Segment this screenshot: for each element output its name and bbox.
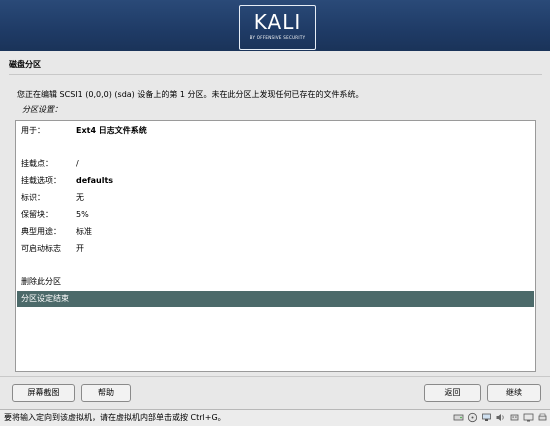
- setting-value: Ext4 日志文件系统: [76, 126, 147, 135]
- setting-label: 典型用途：: [21, 227, 61, 236]
- network-icon[interactable]: [481, 412, 492, 423]
- setting-label: 挂载选项：: [21, 176, 61, 185]
- partition-settings-list[interactable]: 用于： Ext4 日志文件系统 挂载点： / 挂载选项： defaults 标识…: [15, 120, 536, 372]
- delete-partition-label: 删除此分区: [21, 277, 61, 286]
- help-button[interactable]: 帮助: [81, 384, 131, 402]
- setting-label: 用于：: [21, 126, 45, 135]
- usb-icon[interactable]: [509, 412, 520, 423]
- logo-subtitle: BY OFFENSIVE SECURITY: [249, 35, 306, 40]
- list-item-mount-options[interactable]: 挂载选项： defaults: [17, 173, 534, 189]
- setting-label: 挂载点：: [21, 159, 53, 168]
- done-setting-up-label: 分区设定结束: [21, 294, 69, 303]
- list-item-mount-point[interactable]: 挂载点： /: [17, 156, 534, 172]
- kali-logo: KALI BY OFFENSIVE SECURITY: [239, 5, 316, 50]
- list-item-bootable-flag[interactable]: 可启动标志 开: [17, 241, 534, 257]
- list-item-typical-usage[interactable]: 典型用途： 标准: [17, 224, 534, 240]
- kali-banner: KALI BY OFFENSIVE SECURITY: [0, 0, 550, 51]
- display-icon[interactable]: [523, 412, 534, 423]
- hard-disk-icon[interactable]: [453, 412, 464, 423]
- status-message: 要将输入定向到该虚拟机，请在虚拟机内部单击或按 Ctrl+G。: [4, 413, 226, 422]
- setting-value: 5%: [76, 210, 89, 219]
- vm-status-bar: 要将输入定向到该虚拟机，请在虚拟机内部单击或按 Ctrl+G。: [0, 409, 550, 426]
- setting-value: 无: [76, 193, 84, 202]
- setting-value: defaults: [76, 176, 114, 185]
- button-divider: [0, 376, 550, 377]
- page-title: 磁盘分区: [9, 60, 41, 69]
- continue-button[interactable]: 继续: [487, 384, 541, 402]
- sound-icon[interactable]: [495, 412, 506, 423]
- setting-value: 开: [76, 244, 84, 253]
- setting-label: 保留块：: [21, 210, 53, 219]
- list-item-label[interactable]: 标识： 无: [17, 190, 534, 206]
- logo-text: KALI: [253, 10, 302, 34]
- list-item-done-setting-up[interactable]: 分区设定结束: [17, 291, 534, 307]
- setting-label: 标识：: [21, 193, 45, 202]
- setting-label: 可启动标志: [21, 244, 61, 253]
- printer-icon[interactable]: [537, 412, 548, 423]
- screenshot-button[interactable]: 屏幕截图: [12, 384, 75, 402]
- setting-value: 标准: [76, 227, 92, 236]
- title-divider: [9, 74, 542, 75]
- list-item-reserved-blocks[interactable]: 保留块： 5%: [17, 207, 534, 223]
- device-tray: [453, 412, 548, 424]
- section-label: 分区设置：: [22, 105, 62, 114]
- cd-drive-icon[interactable]: [467, 412, 478, 423]
- list-item-delete-partition[interactable]: 删除此分区: [17, 274, 534, 290]
- setting-value: /: [76, 159, 79, 168]
- list-item-use-as[interactable]: 用于： Ext4 日志文件系统: [17, 123, 534, 139]
- back-button[interactable]: 返回: [424, 384, 481, 402]
- partition-description: 您正在编辑 SCSI1 (0,0,0) (sda) 设备上的第 1 分区。未在此…: [17, 90, 364, 99]
